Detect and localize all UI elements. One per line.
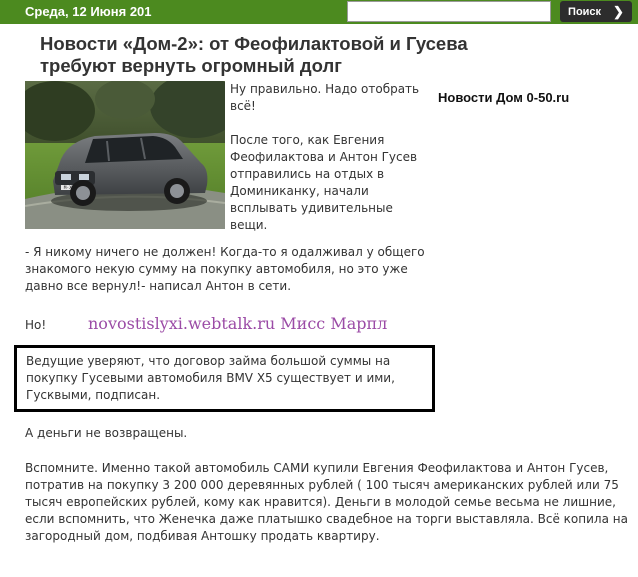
date-label: Среда, 12 Июня 201: [25, 4, 152, 19]
search-button[interactable]: Поиск ❯: [560, 1, 632, 22]
watermark-text: novostislyxi.webtalk.ru Мисс Марпл: [88, 314, 388, 333]
intro-paragraph: После того, как Евгения Феофилактова и А…: [230, 133, 418, 232]
car-photo: M·XV 4263: [25, 81, 225, 229]
highlighted-paragraph: Ведущие уверяют, что договор займа больш…: [26, 354, 395, 402]
highlighted-box: Ведущие уверяют, что договор займа больш…: [14, 345, 435, 412]
search-input[interactable]: [347, 1, 551, 22]
article-title: Новости «Дом-2»: от Феофилактовой и Гусе…: [40, 33, 468, 76]
intro-paragraph: Ну правильно. Надо отобрать всё!: [230, 82, 420, 113]
search-button-label: Поиск: [568, 5, 602, 18]
quote-paragraph: - Я никому ничего не должен! Когда-то я …: [25, 245, 425, 293]
money-paragraph: А деньги не возвращены.: [25, 426, 188, 440]
remember-paragraph: Вспомните. Именно такой автомобиль САМИ …: [25, 461, 628, 543]
intro-text: Ну правильно. Надо отобрать всё! После т…: [230, 81, 430, 234]
site-note: Новости Дом 0-50.ru: [438, 90, 570, 105]
chevron-right-icon: ❯: [613, 3, 624, 19]
top-bar: Среда, 12 Июня 201 Поиск ❯: [0, 0, 638, 24]
but-paragraph: Но!: [25, 318, 47, 332]
